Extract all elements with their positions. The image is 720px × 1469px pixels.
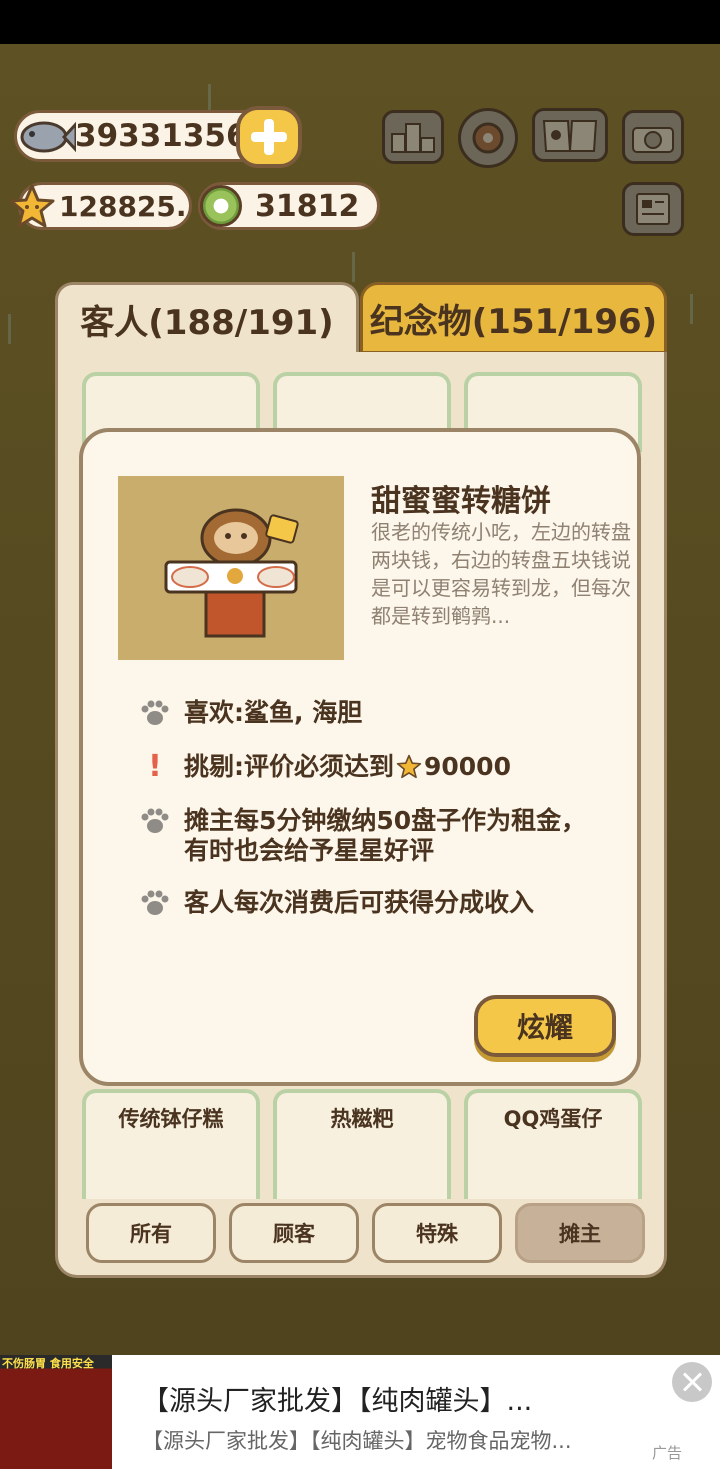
exclamation-icon: !: [148, 749, 162, 784]
guest-portrait: [118, 476, 344, 660]
guest-card[interactable]: QQ鸡蛋仔: [464, 1089, 642, 1199]
show-off-button[interactable]: 炫耀: [474, 995, 616, 1057]
paw-icon: [138, 888, 172, 918]
guest-name: 甜蜜蜜转糖饼: [371, 484, 551, 519]
share-row: 客人每次消费后可获得分成收入: [138, 888, 534, 918]
settings-button[interactable]: [458, 108, 518, 168]
share-text: 客人每次消费后可获得分成收入: [184, 888, 535, 917]
guestbook-button[interactable]: [532, 108, 608, 162]
status-bar: [0, 0, 720, 44]
ad-image[interactable]: 不伤肠胃 食用安全: [0, 1355, 112, 1469]
picky-text: 挑剔:评价必须达到: [184, 752, 394, 781]
camera-button[interactable]: [622, 110, 684, 164]
ad-banner[interactable]: 不伤肠胃 食用安全 【源头厂家批发】【纯肉罐头】... 【源头厂家批发】【纯肉罐…: [0, 1355, 720, 1469]
rent-text-line2: 有时也会给予星星好评: [184, 836, 435, 865]
rent-text-line1: 摊主每5分钟缴纳50盘子作为租金，: [184, 806, 587, 835]
coin-count: 31812: [255, 188, 360, 224]
fish-count: 39331356: [75, 118, 248, 154]
filter-customer-button[interactable]: 顾客: [229, 1203, 359, 1263]
filter-stallowner-button[interactable]: 摊主: [515, 1203, 645, 1263]
newspaper-icon: [636, 193, 670, 225]
tab-guests[interactable]: 客人(188/191): [55, 282, 359, 354]
ranking-button[interactable]: [382, 110, 444, 164]
ad-image-caption: 不伤肠胃 食用安全: [2, 1357, 94, 1370]
guest-card[interactable]: 传统钵仔糕: [82, 1089, 260, 1199]
coin-icon: [200, 185, 242, 227]
ad-title[interactable]: 【源头厂家批发】【纯肉罐头】...: [142, 1379, 532, 1418]
likes-row: 喜欢:鲨鱼, 海胆: [138, 698, 362, 728]
filter-special-button[interactable]: 特殊: [372, 1203, 502, 1263]
star-icon: [9, 184, 55, 228]
star-icon: [396, 754, 422, 779]
ad-subtitle[interactable]: 【源头厂家批发】【纯肉罐头】宠物食品宠物...: [142, 1425, 572, 1455]
guest-description: 很老的传统小吃，左边的转盘两块钱，右边的转盘五块钱说是可以更容易转到龙，但每次都…: [371, 520, 631, 628]
picky-row: ! 挑剔:评价必须达到 90000: [138, 752, 511, 782]
book-icon: [542, 120, 598, 152]
guest-card-name: 传统钵仔糕: [118, 1107, 224, 1131]
ad-label: 广告: [652, 1444, 683, 1462]
guest-card-name: 热糍粑: [330, 1107, 394, 1131]
paw-icon: [138, 806, 172, 836]
close-icon[interactable]: [672, 1362, 712, 1402]
fish-icon: [20, 121, 76, 153]
paw-icon: [138, 698, 172, 728]
sloth-stall-illustration: [164, 508, 299, 638]
star-count: 128825.: [59, 189, 187, 223]
guest-card[interactable]: 热糍粑: [273, 1089, 451, 1199]
tab-souvenirs[interactable]: 纪念物(151/196): [360, 282, 667, 354]
gear-icon: [472, 122, 504, 154]
camera-icon: [632, 127, 674, 153]
ranking-icon: [391, 123, 435, 153]
news-button[interactable]: [622, 182, 684, 236]
add-fish-button[interactable]: [236, 106, 302, 168]
guest-card-name: QQ鸡蛋仔: [503, 1107, 603, 1131]
rent-row: 摊主每5分钟缴纳50盘子作为租金， 有时也会给予星星好评: [138, 806, 586, 866]
picky-value: 90000: [424, 752, 511, 781]
guest-detail-modal: 甜蜜蜜转糖饼 很老的传统小吃，左边的转盘两块钱，右边的转盘五块钱说是可以更容易转…: [79, 428, 641, 1086]
likes-text: 喜欢:鲨鱼, 海胆: [184, 698, 363, 727]
filter-all-button[interactable]: 所有: [86, 1203, 216, 1263]
